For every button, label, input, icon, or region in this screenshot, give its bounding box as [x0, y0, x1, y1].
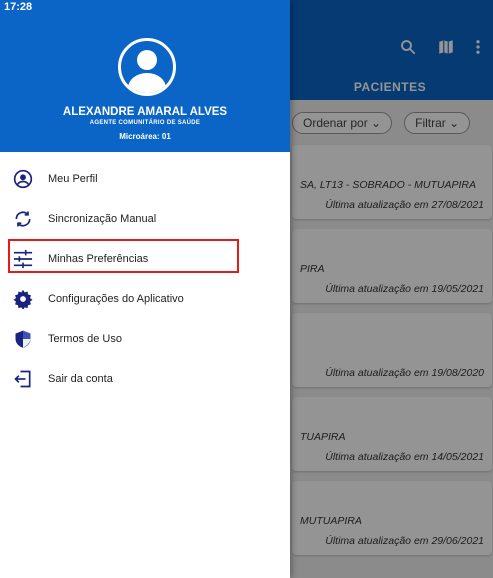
sync-icon	[12, 208, 34, 230]
gear-icon	[12, 288, 34, 310]
navigation-drawer: 17:28 ALEXANDRE AMARAL ALVES AGENTE COMU…	[0, 0, 290, 578]
status-bar: 17:28	[0, 0, 290, 16]
menu-item-label: Meu Perfil	[48, 173, 98, 185]
menu-item-label: Configurações do Aplicativo	[48, 293, 184, 305]
highlight-box	[8, 239, 239, 273]
user-role: AGENTE COMUNITÁRIO DE SAÚDE	[89, 120, 201, 126]
menu-item-sair-da-conta[interactable]: Sair da conta	[12, 364, 292, 394]
menu-item-label: Termos de Uso	[48, 333, 122, 345]
account-circle-icon	[12, 168, 34, 190]
user-microarea: Microárea: 01	[119, 132, 171, 141]
menu-item-termos-de-uso[interactable]: Termos de Uso	[12, 324, 292, 354]
status-time: 17:28	[4, 1, 33, 13]
avatar	[118, 38, 176, 96]
menu-item-meu-perfil[interactable]: Meu Perfil	[12, 164, 292, 194]
shield-icon	[12, 328, 34, 350]
menu-item-label: Sair da conta	[48, 373, 113, 385]
drawer-header: ALEXANDRE AMARAL ALVES AGENTE COMUNITÁRI…	[0, 16, 290, 152]
avatar-head	[137, 50, 157, 70]
user-name: ALEXANDRE AMARAL ALVES	[62, 106, 228, 118]
menu-item-sincronizacao[interactable]: Sincronização Manual	[12, 204, 292, 234]
logout-icon	[12, 368, 34, 390]
menu-item-label: Sincronização Manual	[48, 213, 157, 225]
avatar-body	[128, 73, 166, 93]
menu-item-configuracoes[interactable]: Configurações do Aplicativo	[12, 284, 292, 314]
